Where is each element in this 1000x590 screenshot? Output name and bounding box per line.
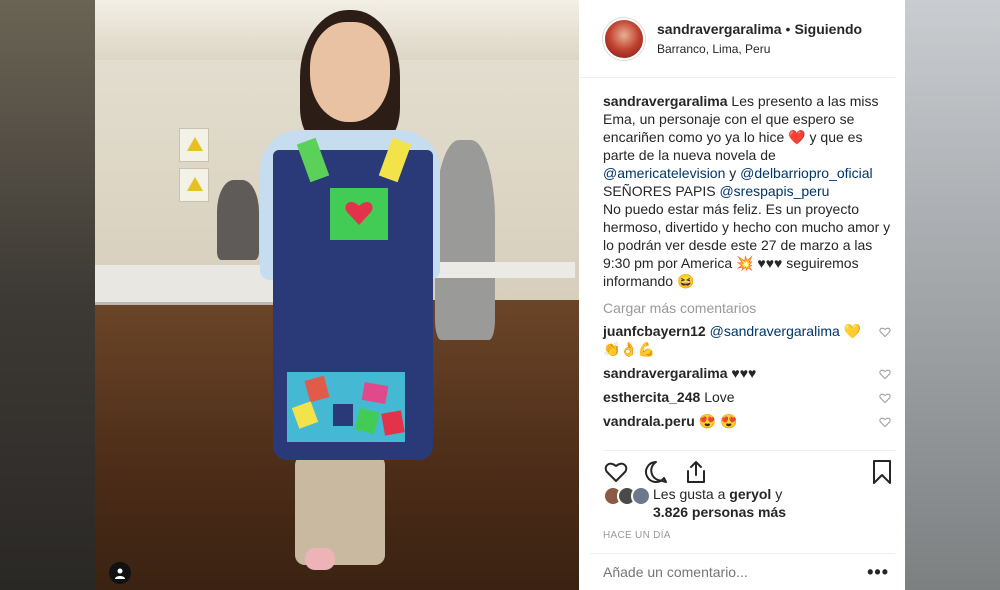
post-sidebar: sandravergaralima • Siguiendo Barranco, … [579, 0, 905, 590]
comment-text: Love [704, 389, 735, 405]
comment: esthercita_248 Love [603, 388, 893, 406]
likes-count-link[interactable]: 3.826 personas más [653, 504, 786, 520]
post-timestamp[interactable]: HACE UN DÍA [603, 530, 671, 541]
location-link[interactable]: Barranco, Lima, Peru [657, 42, 862, 56]
photo-shoe [305, 548, 335, 570]
comment: vandrala.peru 😍 😍 [603, 412, 893, 430]
blurred-background-right [905, 0, 1000, 590]
mention-link[interactable]: @americatelevision [603, 165, 725, 181]
caption: sandravergaralima Les presento a las mis… [603, 92, 893, 290]
photo-table [425, 262, 575, 278]
likes-summary: Les gusta a geryol y 3.826 personas más [603, 485, 786, 521]
follow-button[interactable]: Siguiendo [794, 21, 862, 37]
comment-text: 👏👌💪 [603, 341, 656, 357]
heart-icon[interactable] [879, 416, 891, 428]
header-separator: • [785, 21, 791, 37]
comment: juanfcbayern12 @sandravergaralima 💛 👏👌💪 [603, 322, 893, 358]
photo-background-person [217, 180, 259, 260]
comment: sandravergaralima ♥♥♥ [603, 364, 893, 382]
header-username[interactable]: sandravergaralima [657, 21, 782, 37]
post-photo[interactable] [95, 0, 579, 590]
header-text: sandravergaralima • Siguiendo Barranco, … [657, 21, 862, 56]
liker-avatars [603, 486, 651, 506]
action-row [603, 459, 895, 485]
caption-username[interactable]: sandravergaralima [603, 93, 728, 109]
comment-username[interactable]: sandravergaralima [603, 365, 728, 381]
likes-text: Les gusta a geryol y 3.826 personas más [653, 485, 786, 521]
action-bar [603, 450, 895, 484]
sparkle-emoji: 💥 [736, 255, 754, 271]
mention-link[interactable]: @srespapis_peru [719, 183, 829, 199]
comment-text: 😍 😍 [698, 413, 738, 429]
caption-text: SEÑORES PAPIS [603, 183, 716, 199]
comment-username[interactable]: juanfcbayern12 [603, 323, 706, 339]
photo-square [361, 382, 389, 404]
liker-avatar[interactable] [631, 486, 651, 506]
comment-text: ♥♥♥ [731, 365, 757, 381]
smile-emoji: 😆 [676, 273, 695, 289]
post-modal: sandravergaralima • Siguiendo Barranco, … [95, 0, 905, 590]
comment-icon[interactable] [643, 459, 669, 485]
photo-pants [295, 455, 385, 565]
heart-icon[interactable] [603, 459, 629, 485]
photo-square [381, 410, 405, 436]
user-tag-button[interactable] [109, 562, 131, 584]
liker-username[interactable]: geryol [729, 486, 771, 502]
heart-emoji: ❤️ [788, 129, 806, 145]
more-options-button[interactable]: ••• [867, 562, 889, 583]
heart-icon[interactable] [879, 368, 891, 380]
add-comment-bar: ••• [589, 553, 895, 590]
likes-prefix: Les gusta a [653, 486, 726, 502]
mention-link[interactable]: @delbarriopro_oficial [740, 165, 873, 181]
heart-icon[interactable] [879, 326, 891, 338]
photo-heart-patch [345, 201, 373, 225]
share-icon[interactable] [683, 459, 709, 485]
user-icon [115, 568, 125, 579]
mention-link[interactable]: @sandravergaralima [710, 323, 840, 339]
comment-username[interactable]: esthercita_248 [603, 389, 700, 405]
avatar[interactable] [603, 17, 645, 60]
photo-sign [179, 168, 209, 202]
caption-text: y [729, 165, 737, 181]
load-more-comments-button[interactable]: Cargar más comentarios [603, 300, 893, 316]
comment-username[interactable]: vandrala.peru [603, 413, 695, 429]
blurred-background-left [0, 0, 95, 590]
photo-square [333, 404, 353, 426]
bookmark-icon[interactable] [869, 459, 895, 485]
photo-face [310, 22, 390, 122]
post-header: sandravergaralima • Siguiendo Barranco, … [579, 0, 895, 78]
heart-icon[interactable] [879, 392, 891, 404]
header-top-line: sandravergaralima • Siguiendo [657, 21, 862, 37]
photo-sign [179, 128, 209, 162]
likes-connector: y [775, 486, 783, 502]
comment-text: 💛 [843, 323, 862, 339]
comments-section: sandravergaralima Les presento a las mis… [579, 78, 905, 440]
photo-background-person [435, 140, 495, 340]
comment-input[interactable] [603, 564, 868, 580]
